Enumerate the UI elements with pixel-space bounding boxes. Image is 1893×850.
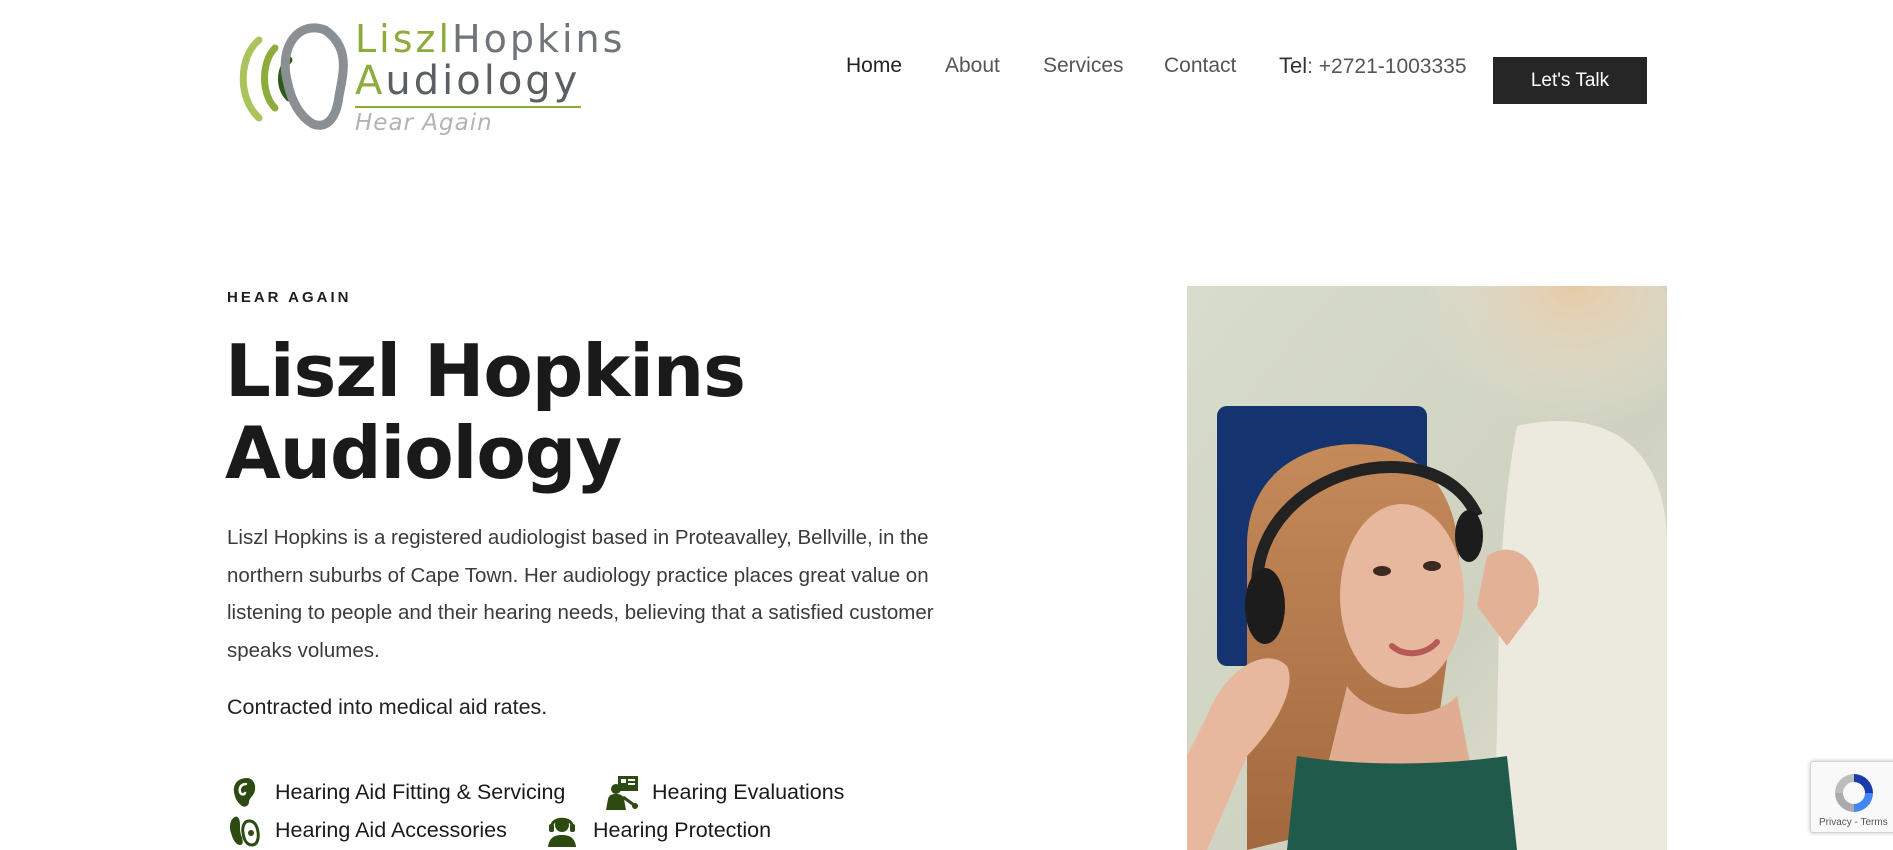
hero-title: Liszl Hopkins Audiology — [225, 330, 925, 494]
nav-contact[interactable]: Contact — [1164, 52, 1236, 80]
ear-logo-icon — [239, 23, 348, 130]
nav-about[interactable]: About — [945, 52, 1000, 80]
hearing-aid-icon — [227, 813, 261, 847]
medical-aid-note: Contracted into medical aid rates. — [227, 695, 548, 719]
site-logo[interactable]: LiszlHopkins Audiology Hear Again — [229, 18, 622, 140]
headset-person-icon — [545, 813, 579, 847]
hero-title-line2: Audiology — [225, 411, 622, 495]
recaptcha-badge[interactable]: Privacy - Terms — [1810, 761, 1893, 833]
hero-photo-woman-with-headphones — [1187, 286, 1667, 850]
recaptcha-icon — [1835, 774, 1873, 812]
ear-icon — [227, 775, 261, 809]
logo-wordmark-line2: Audiology — [355, 58, 581, 104]
service-label: Hearing Evaluations — [652, 779, 845, 804]
audiologist-icon — [604, 775, 638, 810]
service-hearing-aid-accessories: Hearing Aid Accessories — [227, 813, 507, 847]
tel-label: Tel — [1279, 53, 1308, 78]
service-label: Hearing Aid Accessories — [275, 817, 507, 842]
tel-number: : +2721-1003335 — [1307, 55, 1467, 78]
recaptcha-links[interactable]: Privacy - Terms — [1819, 817, 1888, 828]
service-label: Hearing Protection — [593, 817, 772, 842]
service-label: Hearing Aid Fitting & Servicing — [275, 779, 566, 804]
hero-intro: Liszl Hopkins is a registered audiologis… — [227, 526, 934, 662]
phone-number[interactable]: Tel: +2721-1003335 — [1279, 53, 1467, 79]
hero-eyebrow: HEAR AGAIN — [227, 289, 352, 306]
lets-talk-button[interactable]: Let's Talk — [1493, 57, 1647, 104]
service-hearing-protection: Hearing Protection — [545, 813, 771, 847]
logo-tagline: Hear Again — [355, 110, 493, 136]
nav-home[interactable]: Home — [846, 52, 902, 80]
logo-wordmark-line1: LiszlHopkins — [355, 17, 626, 61]
nav-services[interactable]: Services — [1043, 52, 1124, 80]
service-hearing-evaluations: Hearing Evaluations — [604, 775, 845, 810]
hero-title-line1: Liszl Hopkins — [225, 329, 746, 413]
logo-divider — [355, 106, 581, 108]
service-hearing-aid-fitting: Hearing Aid Fitting & Servicing — [227, 775, 565, 809]
